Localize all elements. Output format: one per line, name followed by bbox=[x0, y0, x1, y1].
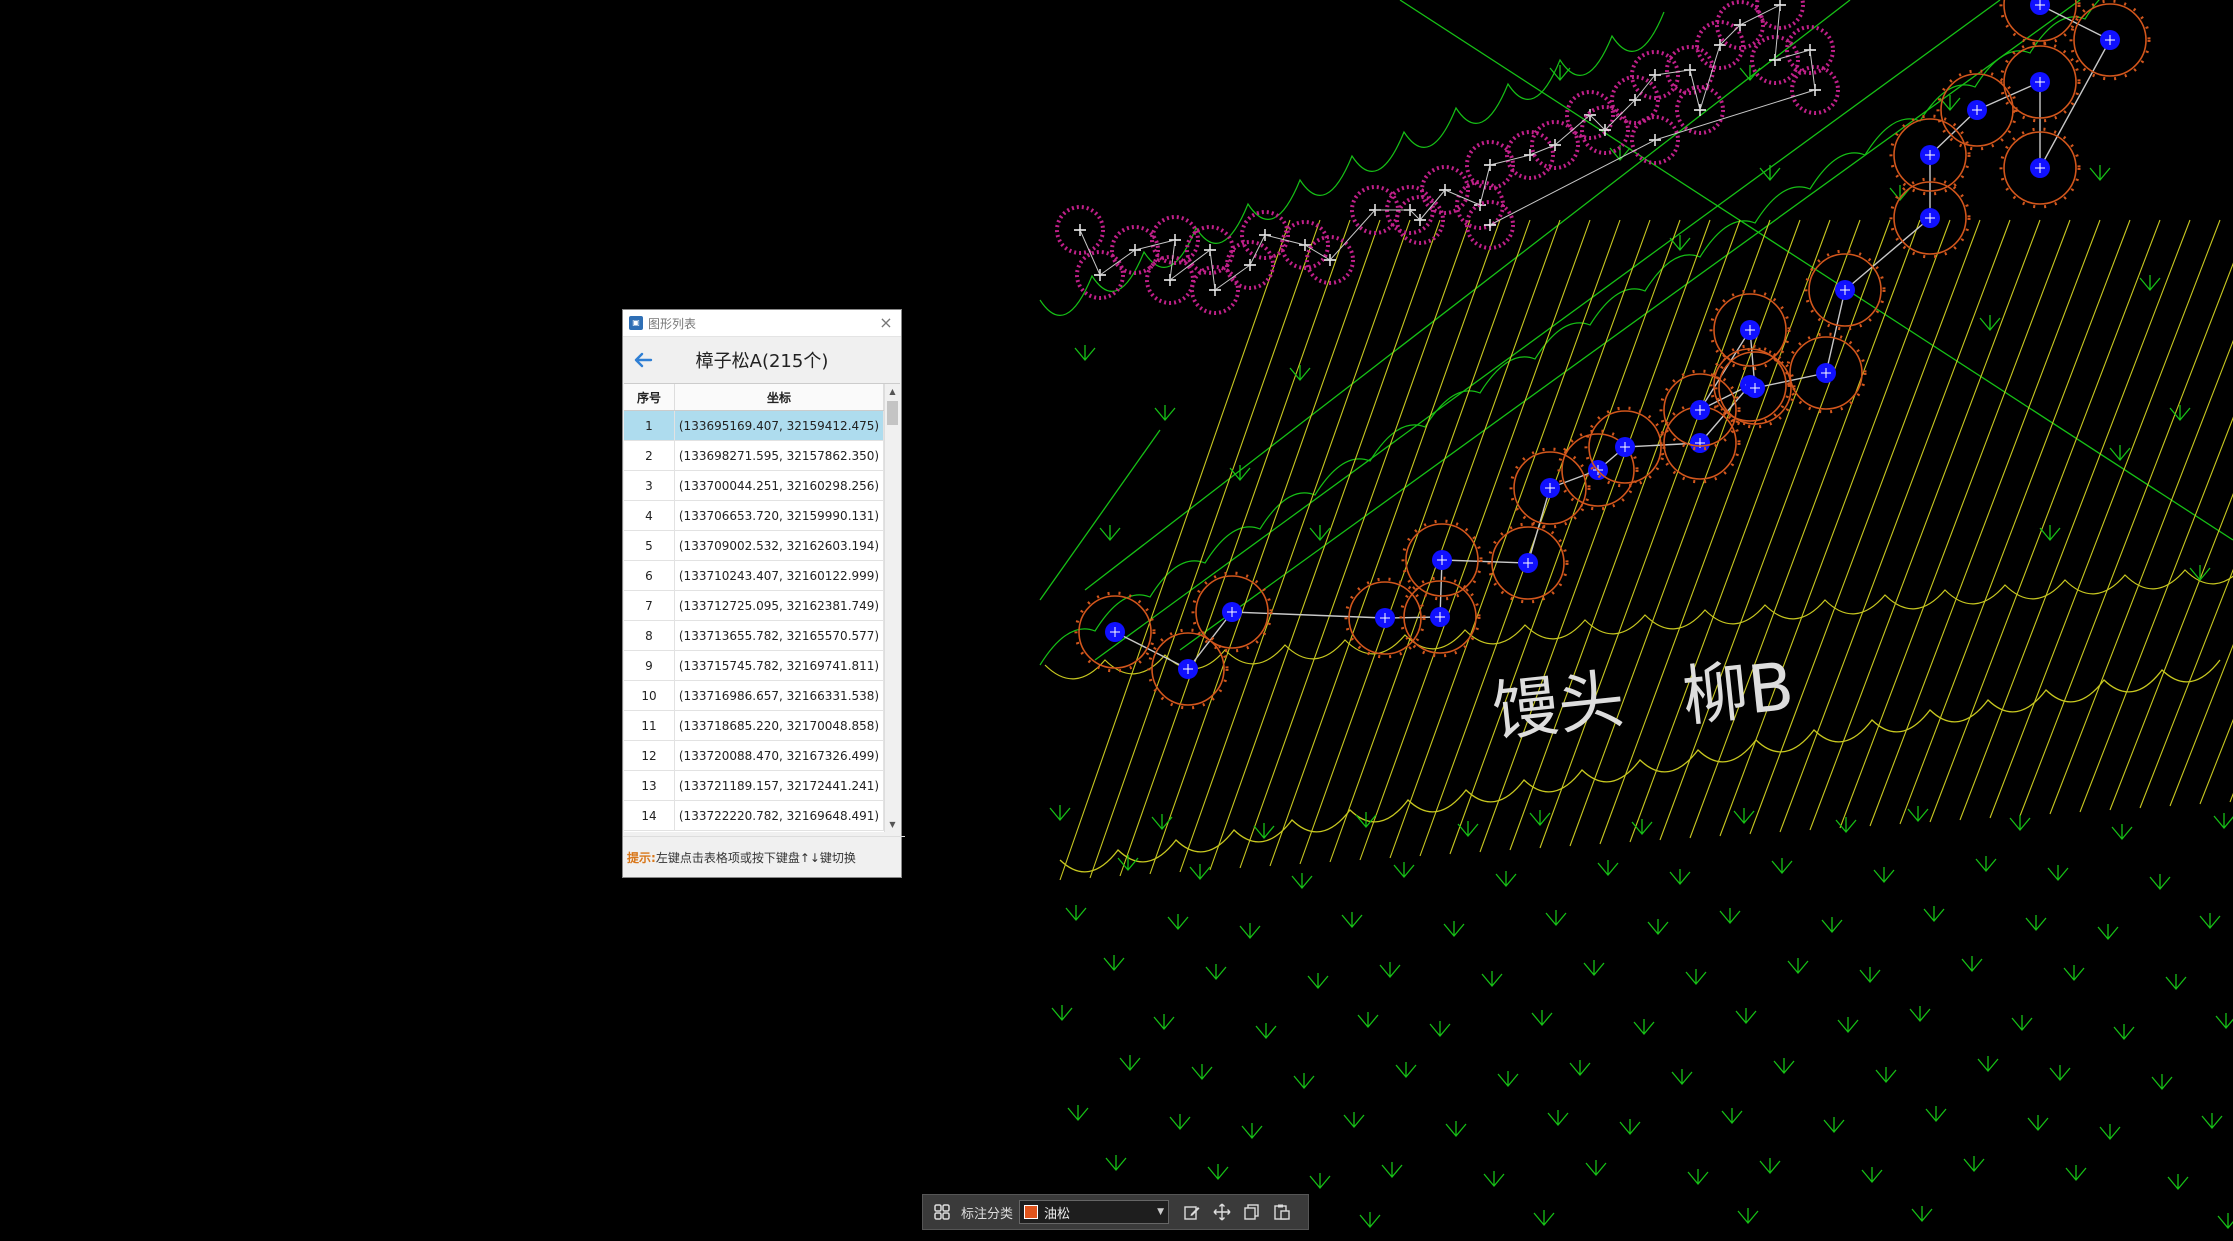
paste-button[interactable] bbox=[1270, 1200, 1294, 1224]
row-coordinate: (133700044.251, 32160298.256) bbox=[674, 470, 884, 501]
table-row[interactable]: 4 (133706653.720, 32159990.131) bbox=[624, 500, 884, 531]
category-label: 标注分类 bbox=[961, 1206, 1014, 1222]
table-row[interactable]: 8 (133713655.782, 32165570.577) bbox=[624, 620, 884, 651]
caret-down-icon: ▼ bbox=[1157, 1207, 1165, 1217]
table-row[interactable]: 14 (133722220.782, 32169648.491) bbox=[624, 800, 884, 831]
label-liu-b: 柳B bbox=[1679, 648, 1798, 736]
shape-list-panel[interactable]: ▣ 图形列表 × 樟子松A(215个) 序号 坐标 1 (133695169.40… bbox=[622, 309, 905, 878]
row-index: 3 bbox=[624, 470, 675, 501]
edit-icon bbox=[1184, 1206, 1200, 1220]
row-index: 12 bbox=[624, 740, 675, 771]
row-index: 5 bbox=[624, 530, 675, 561]
column-header-index[interactable]: 序号 bbox=[624, 384, 675, 411]
grid-icon bbox=[934, 1204, 950, 1220]
row-index: 4 bbox=[624, 500, 675, 531]
panel-heading: 樟子松A(215个) bbox=[695, 351, 829, 372]
table-row[interactable]: 7 (133712725.095, 32162381.749) bbox=[624, 590, 884, 621]
copy-icon bbox=[1244, 1204, 1259, 1220]
row-coordinate: (133710243.407, 32160122.999) bbox=[674, 560, 884, 591]
row-index: 11 bbox=[624, 710, 675, 741]
table-row[interactable]: 2 (133698271.595, 32157862.350) bbox=[624, 440, 884, 471]
row-coordinate: (133718685.220, 32170048.858) bbox=[674, 710, 884, 741]
paste-icon bbox=[1274, 1204, 1290, 1220]
copy-button[interactable] bbox=[1240, 1200, 1264, 1224]
table-row[interactable]: 6 (133710243.407, 32160122.999) bbox=[624, 560, 884, 591]
category-color-swatch bbox=[1024, 1205, 1039, 1219]
row-index: 1 bbox=[624, 410, 675, 441]
row-coordinate: (133709002.532, 32162603.194) bbox=[674, 530, 884, 561]
row-coordinate: (133721189.157, 32172441.241) bbox=[674, 770, 884, 801]
category-select[interactable]: 油松 ▼ bbox=[1019, 1200, 1170, 1224]
table-row[interactable]: 1 (133695169.407, 32159412.475) bbox=[624, 410, 884, 441]
table-row[interactable]: 10 (133716986.657, 32166331.538) bbox=[624, 680, 884, 711]
scroll-up-button[interactable]: ▲ bbox=[885, 384, 900, 399]
row-coordinate: (133712725.095, 32162381.749) bbox=[674, 590, 884, 621]
hint-label: 提示: bbox=[627, 850, 656, 865]
label-mantou: 馒头 bbox=[1489, 661, 1628, 751]
row-coordinate: (133698271.595, 32157862.350) bbox=[674, 440, 884, 471]
scroll-down-button[interactable]: ▼ bbox=[885, 817, 900, 832]
back-arrow-icon[interactable] bbox=[631, 348, 655, 372]
panel-titlebar[interactable]: ▣ 图形列表 × bbox=[623, 310, 901, 337]
cad-drawing-canvas[interactable]: 馒头 柳B bbox=[0, 0, 2233, 1241]
app-icon: ▣ bbox=[629, 316, 643, 330]
table-scrollbar[interactable]: ▲ ▼ bbox=[884, 384, 900, 832]
grid-view-button[interactable] bbox=[930, 1200, 954, 1224]
category-select-value: 油松 bbox=[1044, 1206, 1071, 1222]
table-row[interactable]: 3 (133700044.251, 32160298.256) bbox=[624, 470, 884, 501]
edit-button[interactable] bbox=[1180, 1200, 1204, 1224]
row-coordinate: (133722220.782, 32169648.491) bbox=[674, 800, 884, 831]
panel-header: 樟子松A(215个) bbox=[623, 337, 901, 383]
row-index: 7 bbox=[624, 590, 675, 621]
row-coordinate: (133713655.782, 32165570.577) bbox=[674, 620, 884, 651]
row-index: 10 bbox=[624, 680, 675, 711]
hint-bar: 提示: 左键点击表格项或按下键盘↑↓键切换 bbox=[623, 836, 905, 877]
coordinate-table-container[interactable]: 序号 坐标 1 (133695169.407, 32159412.475) 2 (13… bbox=[624, 383, 900, 832]
table-row[interactable]: 13 (133721189.157, 32172441.241) bbox=[624, 770, 884, 801]
column-header-coordinate[interactable]: 坐标 bbox=[674, 384, 884, 411]
row-index: 6 bbox=[624, 560, 675, 591]
table-row[interactable]: 12 (133720088.470, 32167326.499) bbox=[624, 740, 884, 771]
row-coordinate: (133695169.407, 32159412.475) bbox=[674, 410, 884, 441]
scroll-thumb[interactable] bbox=[887, 401, 898, 425]
panel-window-title: 图形列表 bbox=[648, 316, 697, 331]
row-coordinate: (133720088.470, 32167326.499) bbox=[674, 740, 884, 771]
row-index: 2 bbox=[624, 440, 675, 471]
close-button[interactable]: × bbox=[877, 314, 895, 332]
move-icon bbox=[1213, 1203, 1231, 1221]
row-coordinate: (133715745.782, 32169741.811) bbox=[674, 650, 884, 681]
row-index: 8 bbox=[624, 620, 675, 651]
row-coordinate: (133706653.720, 32159990.131) bbox=[674, 500, 884, 531]
table-row[interactable]: 11 (133718685.220, 32170048.858) bbox=[624, 710, 884, 741]
table-row[interactable]: 9 (133715745.782, 32169741.811) bbox=[624, 650, 884, 681]
table-row[interactable]: 5 (133709002.532, 32162603.194) bbox=[624, 530, 884, 561]
row-index: 9 bbox=[624, 650, 675, 681]
move-button[interactable] bbox=[1210, 1200, 1234, 1224]
row-index: 13 bbox=[624, 770, 675, 801]
hint-text: 左键点击表格项或按下键盘↑↓键切换 bbox=[655, 850, 856, 865]
coordinate-table: 序号 坐标 1 (133695169.407, 32159412.475) 2 (13… bbox=[624, 384, 884, 831]
close-icon: × bbox=[879, 313, 893, 332]
row-coordinate: (133716986.657, 32166331.538) bbox=[674, 680, 884, 711]
row-index: 14 bbox=[624, 800, 675, 831]
annotation-toolbar: 标注分类 油松 ▼ bbox=[922, 1194, 1309, 1230]
